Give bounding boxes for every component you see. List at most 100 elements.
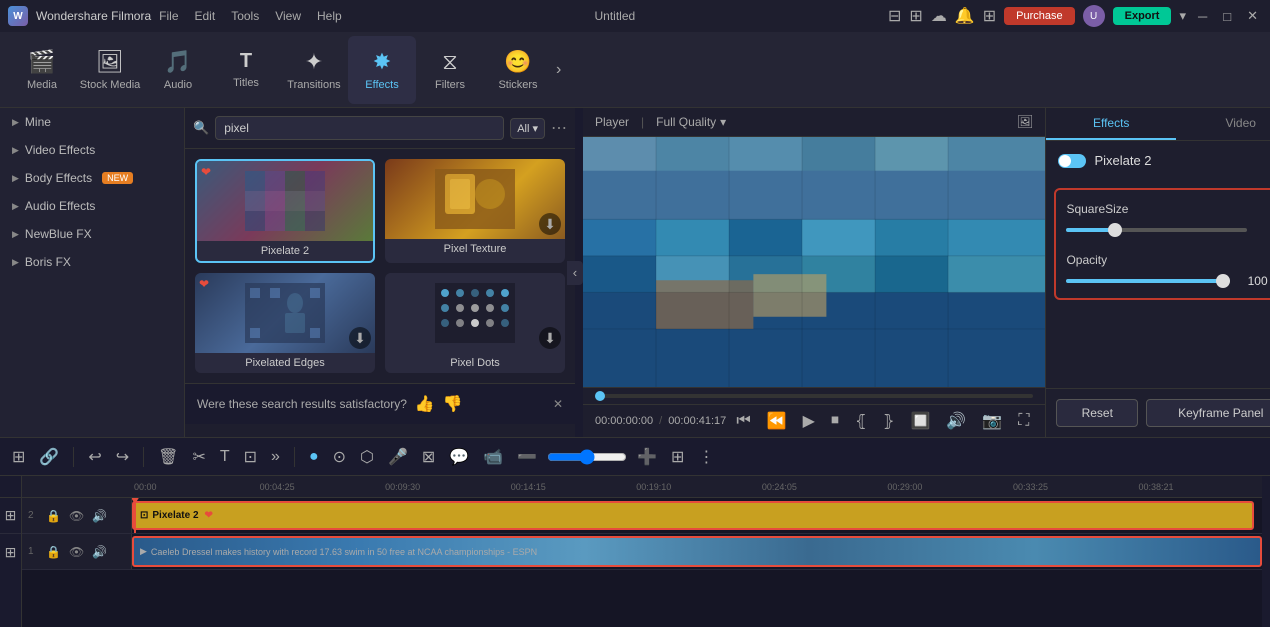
track-solo-button[interactable]: 🔊 (90, 544, 109, 560)
effect-card-pixel-texture[interactable]: ⬇ Pixel Texture (385, 159, 565, 263)
timeline-delete-button[interactable]: 🗑 (154, 445, 182, 469)
out-point-button[interactable]: ⦄ (879, 409, 899, 433)
toolbar-item-transitions[interactable]: ✦ Transitions (280, 36, 348, 104)
sidebar-item-mine[interactable]: ▶ Mine (0, 108, 184, 136)
avatar[interactable]: U (1083, 5, 1105, 27)
timeline-mask-button[interactable]: ⬡ (356, 445, 378, 469)
timeline-color-button[interactable]: ● (305, 446, 323, 468)
timeline-options-button[interactable]: ⋮ (694, 445, 718, 469)
timeline-redo-button[interactable]: ↪ (112, 445, 133, 469)
play-button[interactable]: ▶ (799, 409, 819, 433)
timeline-text-button[interactable]: T (216, 446, 234, 468)
timeline-zoom-slider[interactable] (547, 449, 627, 465)
satisfaction-close-icon[interactable]: ✕ (553, 397, 563, 411)
track-lock-button[interactable]: 🔒 (44, 544, 63, 560)
add-track-button[interactable]: ⊞ (0, 498, 21, 534)
menu-edit[interactable]: Edit (195, 9, 216, 23)
menu-file[interactable]: File (159, 9, 178, 23)
toolbar-item-effects[interactable]: ✸ Effects (348, 36, 416, 104)
timeline-scroll[interactable] (1262, 476, 1270, 627)
search-more-icon[interactable]: ⋯ (551, 118, 567, 138)
video-clip[interactable]: ▶ Caeleb Dressel makes history with reco… (132, 536, 1262, 567)
cloud-icon[interactable]: ☁ (931, 6, 947, 26)
timeline-link-button[interactable]: 🔗 (35, 445, 63, 469)
thumbs-up-button[interactable]: 👍 (415, 394, 435, 414)
toolbar-item-media[interactable]: 🎬 Media (8, 36, 76, 104)
search-input[interactable] (215, 116, 504, 140)
screen-icon[interactable]: ⊟ (888, 6, 901, 26)
track-visibility-button[interactable]: 👁 (67, 508, 86, 524)
download-icon[interactable]: ⬇ (539, 327, 561, 349)
camera-button[interactable]: 📷 (978, 409, 1006, 433)
toolbar-item-stock-media[interactable]: 🖼 Stock Media (76, 36, 144, 104)
close-button[interactable]: ✕ (1243, 8, 1262, 24)
tab-video[interactable]: Video (1176, 108, 1270, 140)
timeline-zoom-in-button[interactable]: ➕ (633, 445, 661, 469)
bell-icon[interactable]: 🔔 (955, 6, 975, 26)
add-video-track-button[interactable]: ⊞ (0, 534, 21, 570)
timeline-crop-button[interactable]: ⊡ (240, 445, 261, 469)
effect-toggle[interactable] (1058, 154, 1086, 168)
menu-help[interactable]: Help (317, 9, 342, 23)
timeline-transition-button[interactable]: ⊠ (418, 445, 439, 469)
effect-card-pixelated-edges[interactable]: ❤ ⬇ Pixelated Edges (195, 273, 375, 373)
sidebar-item-body-effects[interactable]: ▶ Body Effects NEW (0, 164, 184, 192)
grid-icon[interactable]: ⊞ (909, 6, 922, 26)
in-point-button[interactable]: ⦃ (851, 409, 871, 433)
timeline-subtitle-button[interactable]: 💬 (445, 445, 473, 469)
player-label: Player (595, 115, 629, 129)
timeline-cut-button[interactable]: ✂ (188, 445, 209, 469)
fullscreen-button[interactable]: ⛶ (1014, 410, 1033, 432)
stop-button[interactable]: ⏹ (827, 410, 843, 432)
frame-back-button[interactable]: ⏪ (763, 409, 791, 433)
opacity-slider[interactable] (1066, 279, 1229, 283)
menu-view[interactable]: View (275, 9, 301, 23)
timeline-video-button[interactable]: 📹 (479, 445, 507, 469)
export-button[interactable]: Export (1113, 7, 1172, 25)
effect-card-pixelate2[interactable]: ❤ Pix (195, 159, 375, 263)
reset-button[interactable]: Reset (1056, 399, 1138, 427)
track-solo-button[interactable]: 🔊 (90, 508, 109, 524)
thumbs-down-button[interactable]: 👎 (443, 394, 463, 414)
maximize-button[interactable]: □ (1219, 9, 1235, 24)
purchase-button[interactable]: Purchase (1004, 7, 1074, 25)
timeline-audio-button[interactable]: 🎤 (384, 445, 412, 469)
tab-effects[interactable]: Effects (1046, 108, 1176, 140)
effect-clip[interactable]: ⊡ Pixelate 2 ❤ (132, 501, 1254, 530)
toolbar-item-stickers[interactable]: 😊 Stickers (484, 36, 552, 104)
toolbar-item-titles[interactable]: T Titles (212, 36, 280, 104)
sidebar-item-boris-fx[interactable]: ▶ Boris FX (0, 248, 184, 276)
audio-button[interactable]: 🔊 (942, 409, 970, 433)
sidebar-item-audio-effects[interactable]: ▶ Audio Effects (0, 192, 184, 220)
toolbar-item-filters[interactable]: ⧖ Filters (416, 36, 484, 104)
timeline-snap-button[interactable]: ⊞ (8, 445, 29, 469)
keyframe-panel-button[interactable]: Keyframe Panel (1146, 399, 1270, 427)
squaresize-slider[interactable] (1066, 228, 1247, 232)
panel-collapse-button[interactable]: ‹ (567, 261, 583, 285)
progress-bar[interactable] (595, 394, 1033, 398)
track-lock-button[interactable]: 🔒 (44, 508, 63, 524)
timeline-undo-button[interactable]: ↩ (84, 445, 105, 469)
preview-image-icon[interactable]: 🖼 (1017, 114, 1034, 130)
quality-selector[interactable]: Full Quality ▾ (656, 115, 726, 129)
search-filter-dropdown[interactable]: All ▾ (510, 118, 545, 139)
download-icon[interactable]: ⬇ (539, 213, 561, 235)
apps-icon[interactable]: ⊞ (983, 6, 996, 26)
effect-title: Pixelate 2 (1094, 153, 1263, 168)
skip-back-button[interactable]: ⏮ (732, 410, 754, 432)
export-dropdown-icon[interactable]: ▾ (1179, 8, 1186, 24)
timeline-adjust-button[interactable]: ⊙ (329, 445, 350, 469)
toolbar-expand-icon[interactable]: › (556, 61, 561, 79)
minimize-button[interactable]: ─ (1194, 9, 1211, 24)
track-visibility-button[interactable]: 👁 (67, 544, 86, 560)
download-icon[interactable]: ⬇ (349, 327, 371, 349)
timeline-zoom-out-button[interactable]: ➖ (513, 445, 541, 469)
timeline-more-button[interactable]: » (267, 446, 284, 468)
effect-card-pixel-dots[interactable]: ⬇ (385, 273, 565, 373)
toolbar-item-audio[interactable]: 🎵 Audio (144, 36, 212, 104)
sidebar-item-video-effects[interactable]: ▶ Video Effects (0, 136, 184, 164)
menu-tools[interactable]: Tools (231, 9, 259, 23)
timeline-grid-button[interactable]: ⊞ (667, 445, 688, 469)
sidebar-item-newblue-fx[interactable]: ▶ NewBlue FX (0, 220, 184, 248)
add-marker-button[interactable]: 🔲 (906, 409, 934, 433)
